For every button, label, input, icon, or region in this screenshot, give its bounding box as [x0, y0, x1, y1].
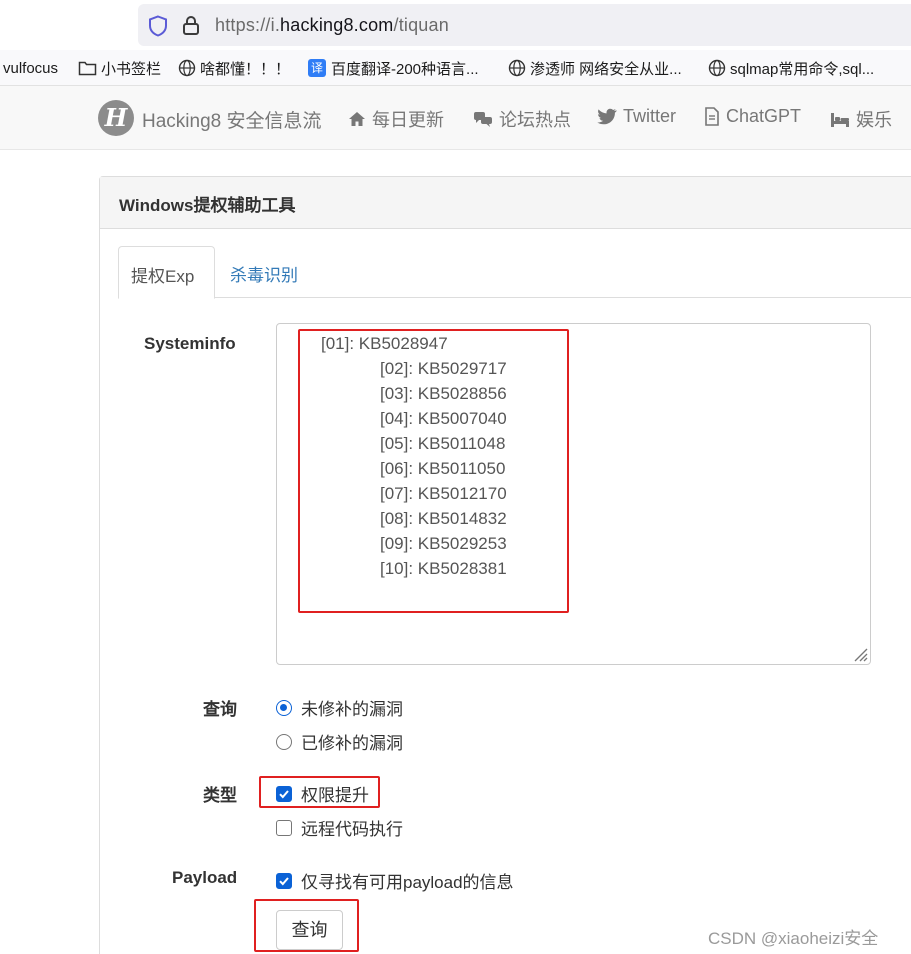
nav-chatgpt[interactable]: ChatGPT: [704, 106, 801, 127]
tab-privilege-exp[interactable]: 提权Exp: [118, 246, 215, 299]
tab-antivirus-detect[interactable]: 杀毒识别: [218, 246, 310, 298]
bookmark-vulfocus[interactable]: vulfocus: [3, 58, 58, 78]
shield-icon[interactable]: [148, 15, 168, 37]
payload-label: Payload: [172, 868, 238, 887]
annotation-box-submit: [254, 899, 359, 952]
bookmark-item[interactable]: 啥都懂！！！: [178, 58, 290, 78]
nav-label: 论坛热点: [499, 110, 571, 130]
globe-icon: [508, 59, 526, 77]
site-navbar: H Hacking8 安全信息流 每日更新 论坛热点 Twitter ChatG…: [0, 86, 911, 150]
nav-label: 每日更新: [372, 110, 444, 130]
file-icon: [705, 107, 719, 126]
site-logo[interactable]: H: [98, 100, 134, 136]
globe-icon: [178, 59, 196, 77]
radio-label: 已修补的漏洞: [301, 734, 403, 753]
radio-patched[interactable]: 已修补的漏洞: [276, 729, 403, 754]
nav-twitter[interactable]: Twitter: [597, 106, 676, 127]
nav-label: ChatGPT: [726, 106, 802, 126]
bookmark-label: 百度翻译-200种语言...: [331, 60, 479, 78]
globe-icon: [708, 59, 726, 77]
query-label: 查询: [203, 700, 237, 719]
bookmarks-bar: vulfocus 小书签栏 啥都懂！！！ 译 百度翻译-200种语言... 渗透…: [0, 50, 911, 86]
systeminfo-label: Systeminfo: [144, 334, 236, 353]
translate-icon: 译: [308, 59, 326, 77]
type-label: 类型: [203, 786, 237, 805]
checkbox-unchecked-icon[interactable]: [276, 819, 292, 836]
folder-icon: [78, 61, 97, 76]
url-text[interactable]: https://i.hacking8.com/tiquan: [215, 15, 449, 36]
csdn-watermark: CSDN @xiaoheizi安全: [708, 929, 879, 948]
bookmark-label: 渗透师 网络安全从业...: [530, 60, 682, 78]
nav-entertainment[interactable]: 娱乐: [830, 106, 892, 132]
panel-title: Windows提权辅助工具: [100, 177, 911, 229]
checkbox-remote-code-exec[interactable]: 远程代码执行: [276, 815, 403, 840]
radio-selected-icon[interactable]: [276, 699, 292, 716]
lock-icon[interactable]: [182, 15, 200, 36]
bookmark-label: 啥都懂！！！: [200, 60, 291, 78]
bookmark-label: sqlmap常用命令,sql...: [730, 60, 875, 78]
radio-unpatched[interactable]: 未修补的漏洞: [276, 695, 403, 720]
checkbox-label: 远程代码执行: [301, 820, 403, 839]
nav-label: 娱乐: [856, 110, 892, 130]
home-icon: [349, 112, 365, 126]
resize-handle-icon[interactable]: [852, 646, 868, 662]
bookmark-item[interactable]: 译 百度翻译-200种语言...: [308, 58, 479, 78]
nav-forum-hot[interactable]: 论坛热点: [473, 106, 571, 132]
annotation-box-kb-list: [298, 329, 569, 613]
bookmark-label: vulfocus: [3, 59, 59, 77]
nav-daily-updates[interactable]: 每日更新: [348, 106, 444, 132]
radio-label: 未修补的漏洞: [301, 700, 403, 719]
checkbox-payload-only[interactable]: 仅寻找有可用payload的信息: [276, 868, 514, 893]
site-brand[interactable]: Hacking8 安全信息流: [142, 106, 322, 133]
tab-bar: 提权Exp 杀毒识别: [118, 246, 911, 299]
checkbox-checked-icon[interactable]: [276, 872, 292, 889]
annotation-box-privilege: [259, 776, 380, 808]
bed-icon: [831, 112, 849, 127]
browser-toolbar: https://i.hacking8.com/tiquan: [0, 0, 911, 50]
nav-label: Twitter: [623, 106, 677, 126]
bookmark-item[interactable]: sqlmap常用命令,sql...: [708, 58, 874, 78]
address-bar[interactable]: https://i.hacking8.com/tiquan: [138, 4, 911, 46]
radio-unselected-icon[interactable]: [276, 733, 292, 750]
bookmark-item[interactable]: 渗透师 网络安全从业...: [508, 58, 682, 78]
bookmark-folder[interactable]: 小书签栏: [78, 58, 161, 78]
twitter-icon: [597, 108, 617, 125]
checkbox-label: 仅寻找有可用payload的信息: [301, 873, 514, 892]
comments-icon: [474, 111, 492, 127]
bookmark-label: 小书签栏: [101, 60, 162, 78]
